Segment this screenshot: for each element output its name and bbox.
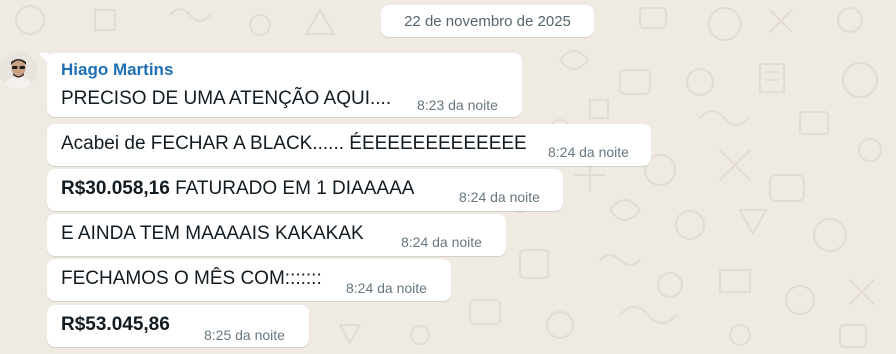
message-bubble[interactable]: E AINDA TEM MAAAAIS KAKAKAK 8:24 da noit… <box>47 214 506 256</box>
message-bubble[interactable]: R$53.045,86 8:25 da noite <box>47 305 309 347</box>
message-text: PRECISO DE UMA ATENÇÃO AQUI.... <box>61 88 391 110</box>
sender-name[interactable]: Hiago Martins <box>61 60 173 80</box>
message-body-text: Acabei de FECHAR A BLACK...... ÉEEEEEEEE… <box>61 133 527 154</box>
message-text: R$53.045,86 <box>61 314 170 336</box>
message-bubble[interactable]: Acabei de FECHAR A BLACK...... ÉEEEEEEEE… <box>47 124 651 166</box>
message-time: 8:24 da noite <box>401 234 482 250</box>
message-bold-text: R$53.045,86 <box>61 314 170 335</box>
message-text: E AINDA TEM MAAAAIS KAKAKAK <box>61 223 364 245</box>
avatar-photo <box>0 52 37 89</box>
sender-avatar[interactable] <box>0 52 37 89</box>
message-body-text: FATURADO EM 1 DIAAAAA <box>169 178 415 199</box>
message-body-text: PRECISO DE UMA ATENÇÃO AQUI.... <box>61 88 392 109</box>
message-bubble[interactable]: R$30.058,16 FATURADO EM 1 DIAAAAA 8:24 d… <box>47 169 563 211</box>
message-time: 8:25 da noite <box>204 327 285 343</box>
message-text: Acabei de FECHAR A BLACK...... ÉEEEEEEEE… <box>61 133 527 155</box>
message-time: 8:24 da noite <box>459 189 540 205</box>
message-text: R$30.058,16 FATURADO EM 1 DIAAAAA <box>61 178 414 200</box>
message-bold-text: R$30.058,16 <box>61 178 170 199</box>
message-time: 8:24 da noite <box>548 144 629 160</box>
message-bubble[interactable]: FECHAMOS O MÊS COM::::::: 8:24 da noite <box>47 259 451 301</box>
date-separator: 22 de novembro de 2025 <box>381 5 594 37</box>
message-bubble[interactable]: Hiago Martins PRECISO DE UMA ATENÇÃO AQU… <box>39 53 522 117</box>
message-body-text: E AINDA TEM MAAAAIS KAKAKAK <box>61 223 364 244</box>
message-time: 8:23 da noite <box>417 97 498 113</box>
message-body-text: FECHAMOS O MÊS COM::::::: <box>61 268 322 289</box>
message-text: FECHAMOS O MÊS COM::::::: <box>61 268 322 290</box>
bubble-tail <box>39 53 49 65</box>
message-time: 8:24 da noite <box>346 280 427 296</box>
